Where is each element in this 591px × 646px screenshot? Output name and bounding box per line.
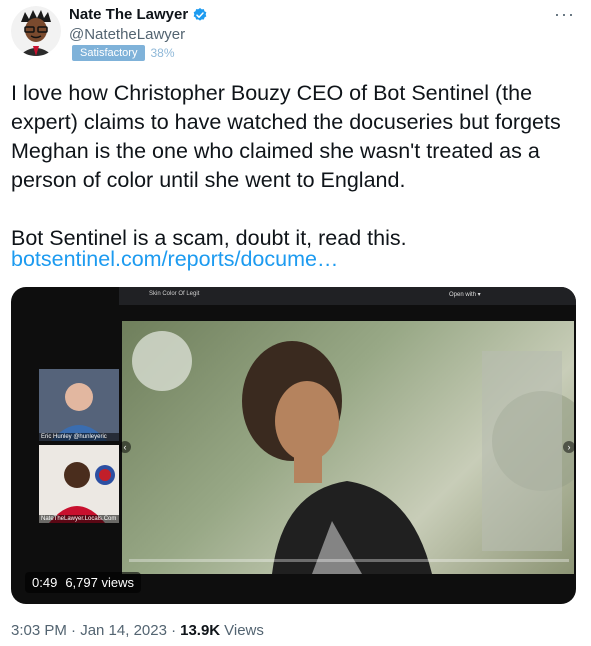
author-handle[interactable]: @NatetheLawyer (69, 26, 185, 43)
video-frame (122, 321, 574, 574)
video-info: 0:49 6,797 views (25, 572, 141, 593)
rating-percent: 38% (150, 46, 175, 60)
view-label: Views (224, 622, 264, 639)
prev-arrow-icon[interactable]: ‹ (119, 441, 131, 453)
webcam-guest: Eric Hunley @hunleyeric (39, 369, 119, 441)
video-progress-bar[interactable] (129, 559, 569, 562)
video-duration: 0:49 (32, 575, 58, 590)
author-name[interactable]: Nate The Lawyer (69, 6, 208, 23)
more-icon[interactable]: ··· (554, 4, 575, 25)
video-player[interactable]: Skin Color Of Legit Open with ▾ Eric Hun… (11, 287, 576, 604)
tweet-timestamp[interactable]: 3:03 PM · Jan 14, 2023 · (11, 622, 176, 639)
screen-toolbar: Skin Color Of Legit Open with ▾ (119, 287, 576, 305)
webcam-host-caption: NateTheLawyer.Locals.Com (39, 515, 119, 523)
screen-title: Skin Color Of Legit (149, 291, 200, 297)
tweet-footer: 3:03 PM · Jan 14, 2023 · 13.9K Views (11, 622, 264, 639)
tweet-text: I love how Christopher Bouzy CEO of Bot … (11, 81, 561, 250)
author-name-text[interactable]: Nate The Lawyer (69, 6, 188, 23)
tweet-link[interactable]: botsentinel.com/reports/docume… (11, 247, 338, 272)
video-views: 6,797 views (65, 575, 134, 590)
webcam-host: NateTheLawyer.Locals.Com (39, 445, 119, 523)
rating-badge: Satisfactory (72, 45, 146, 61)
rating-badge-row: Satisfactory 38% (72, 45, 175, 61)
view-count: 13.9K (180, 622, 221, 639)
open-with-button: Open with ▾ (449, 292, 481, 298)
verified-icon (193, 7, 207, 21)
next-arrow-icon[interactable]: › (563, 441, 575, 453)
webcam-guest-caption: Eric Hunley @hunleyeric (39, 433, 119, 441)
avatar[interactable] (11, 6, 61, 56)
